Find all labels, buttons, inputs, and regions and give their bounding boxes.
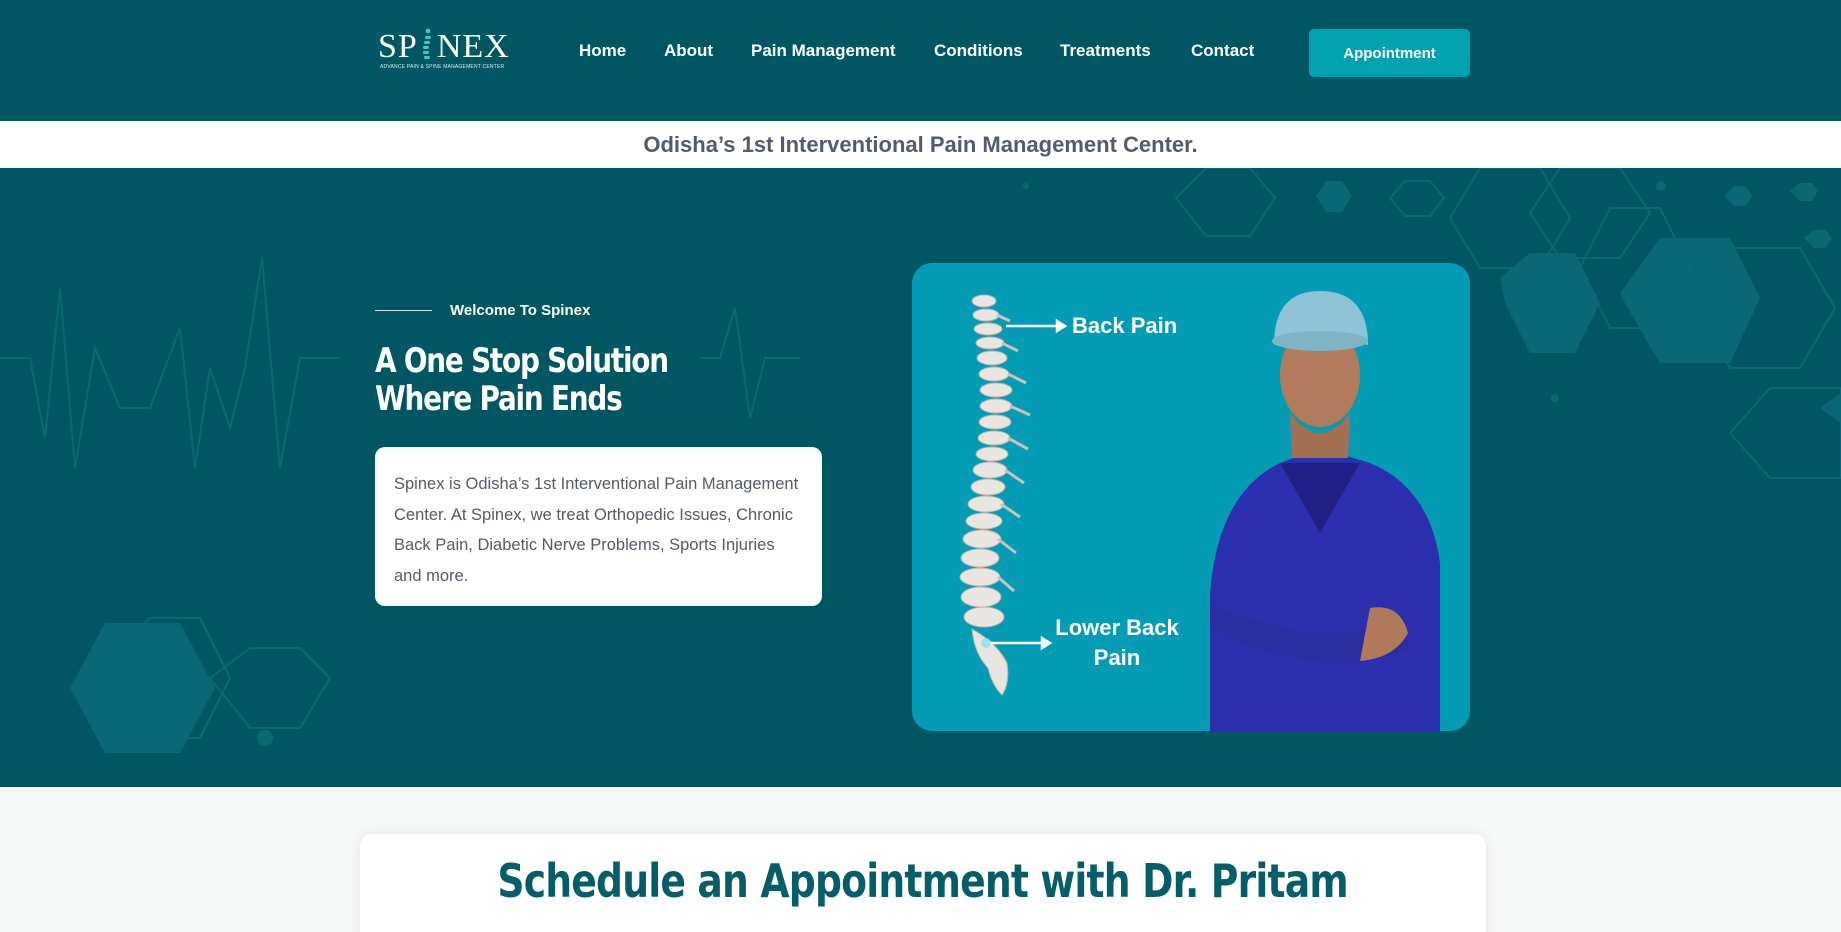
hero-section: Welcome To Spinex A One Stop Solution Wh… — [0, 168, 1841, 787]
site-logo[interactable]: SP NEX ADVANCE PAIN & SPINE MANAGEMENT C… — [378, 26, 509, 72]
doctor-photo — [1210, 291, 1440, 731]
appointment-title: Schedule an Appointment with Dr. Pritam — [360, 854, 1486, 908]
appointment-title-text: Schedule an Appointment with Dr. Pritam — [497, 854, 1349, 908]
welcome-eyebrow: Welcome To Spinex — [375, 302, 590, 319]
nav-contact[interactable]: Contact — [1191, 41, 1254, 61]
nav-about[interactable]: About — [664, 41, 713, 61]
nav-conditions[interactable]: Conditions — [934, 41, 1023, 61]
eyebrow-divider — [375, 309, 432, 312]
tagline-text: Odisha’s 1st Interventional Pain Managem… — [643, 131, 1198, 157]
lower-back-pain-label: Lower Back Pain — [1055, 615, 1179, 670]
nav-pain-management[interactable]: Pain Management — [751, 41, 896, 61]
hero-title: A One Stop Solution Where Pain Ends — [375, 341, 669, 419]
logo-subtitle: ADVANCE PAIN & SPINE MANAGEMENT CENTER — [380, 64, 505, 70]
hero-description-card: Spinex is Odisha’s 1st Interventional Pa… — [375, 447, 822, 606]
appointment-button[interactable]: Appointment — [1309, 29, 1470, 77]
appointment-section: Schedule an Appointment with Dr. Pritam — [360, 834, 1486, 932]
hero-image-panel: Back Pain Lower Back Pain — [912, 263, 1470, 731]
nav-home[interactable]: Home — [579, 41, 626, 61]
nav-treatments[interactable]: Treatments — [1060, 41, 1151, 61]
back-pain-label: Back Pain — [1072, 313, 1178, 338]
tagline-bar: Odisha’s 1st Interventional Pain Managem… — [0, 121, 1841, 168]
site-header: SP NEX ADVANCE PAIN & SPINE MANAGEMENT C… — [0, 0, 1841, 121]
hero-description: Spinex is Odisha’s 1st Interventional Pa… — [394, 475, 799, 585]
welcome-text: Welcome To Spinex — [450, 302, 591, 319]
spine-logo-icon — [423, 28, 431, 59]
logo-wordmark: SP NEX — [378, 28, 510, 65]
